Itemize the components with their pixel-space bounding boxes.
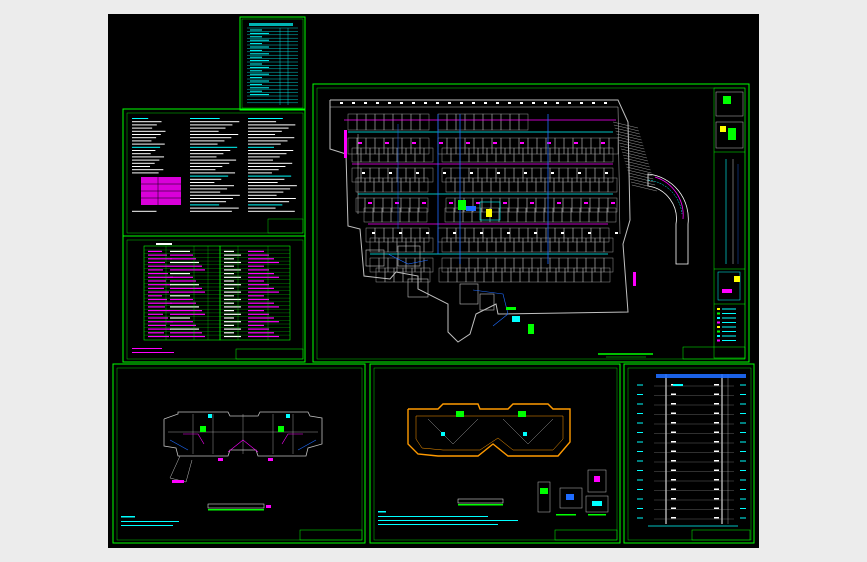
- cad-drawing-canvas: [108, 14, 759, 548]
- sheet-basement-plan: [312, 83, 750, 363]
- cad-drawing: [112, 16, 755, 544]
- sheet-typical-floor-plan: [112, 363, 366, 544]
- sheet-equipment-schedule: [122, 235, 306, 363]
- sheet-design-notes: [122, 108, 306, 237]
- sheet-riser-diagram: [623, 363, 755, 544]
- sheet-roof-plan: [369, 363, 621, 544]
- sheet-index-table: [239, 16, 306, 111]
